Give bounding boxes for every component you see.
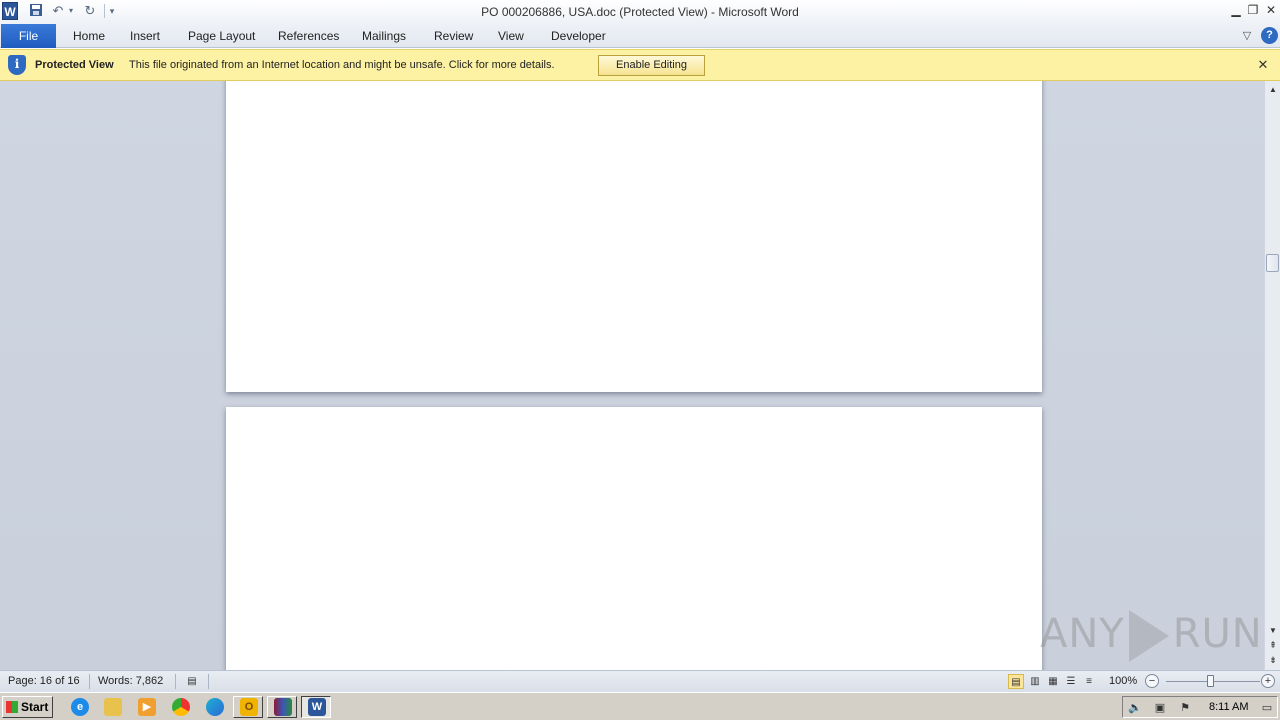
edge-icon[interactable]	[206, 698, 224, 716]
previous-page-icon[interactable]: ⇞	[1266, 639, 1280, 651]
title-bar: W ↶ ▾ ↻ ▾ PO 000206886, USA.doc (Protect…	[0, 0, 1280, 24]
taskbar: Start e ▶ O W 🔈 ▣ ⚑ 8:11 AM ▭	[0, 692, 1280, 720]
zoom-out-icon[interactable]: −	[1145, 674, 1159, 688]
protected-view-message[interactable]: This file originated from an Internet lo…	[129, 59, 555, 71]
word-icon: W	[308, 698, 326, 716]
word-task[interactable]: W	[301, 696, 331, 718]
file-explorer-icon[interactable]	[104, 698, 122, 716]
tab-home[interactable]: Home	[73, 24, 105, 48]
status-separator	[175, 674, 176, 689]
minimize-ribbon-icon[interactable]: ▽	[1239, 28, 1255, 44]
document-area[interactable]	[0, 81, 1264, 670]
outline-icon[interactable]: ☰	[1063, 674, 1079, 689]
media-player-icon[interactable]: ▶	[138, 698, 156, 716]
full-screen-reading-icon[interactable]: ▥	[1027, 674, 1043, 689]
document-page[interactable]	[226, 407, 1042, 670]
system-tray	[1122, 696, 1278, 718]
start-label: Start	[21, 700, 49, 714]
show-desktop-icon[interactable]: ▭	[1260, 701, 1274, 715]
watermark-text-left: ANY	[1040, 611, 1125, 657]
next-page-icon[interactable]: ⇟	[1266, 654, 1280, 666]
word-count[interactable]: Words: 7,862	[98, 675, 163, 687]
tab-page-layout[interactable]: Page Layout	[188, 24, 255, 48]
proofing-icon[interactable]: ▤	[184, 674, 200, 689]
network-icon[interactable]: ▣	[1153, 701, 1167, 715]
tab-view[interactable]: View	[498, 24, 524, 48]
draft-icon[interactable]: ≡	[1081, 674, 1097, 689]
outlook-icon: O	[240, 698, 258, 716]
scroll-thumb[interactable]	[1266, 254, 1279, 272]
tab-insert[interactable]: Insert	[130, 24, 160, 48]
protected-view-bar[interactable]: i Protected View This file originated fr…	[0, 49, 1280, 81]
winrar-task[interactable]	[267, 696, 297, 718]
ribbon-tabs: File Home Insert Page Layout References …	[0, 24, 1280, 48]
scroll-up-icon[interactable]: ▲	[1266, 84, 1280, 96]
help-icon[interactable]: ?	[1261, 27, 1278, 44]
tab-mailings[interactable]: Mailings	[362, 24, 406, 48]
tab-file[interactable]: File	[1, 24, 56, 48]
chrome-icon[interactable]	[172, 698, 190, 716]
scroll-down-icon[interactable]: ▼	[1266, 625, 1280, 637]
internet-explorer-icon[interactable]: e	[71, 698, 89, 716]
status-separator	[89, 674, 90, 689]
status-bar: Page: 16 of 16 Words: 7,862 ▤ ▤ ▥ ▦ ☰ ≡ …	[0, 670, 1280, 692]
enable-editing-button[interactable]: Enable Editing	[598, 55, 705, 76]
start-button[interactable]: Start	[2, 696, 53, 718]
play-logo-icon	[1128, 610, 1169, 662]
action-center-flag-icon[interactable]: ⚑	[1178, 701, 1192, 715]
restore-icon[interactable]: ❐	[1245, 2, 1261, 18]
minimize-icon[interactable]: ▁	[1228, 2, 1244, 18]
close-window-icon[interactable]: ✕	[1263, 2, 1279, 18]
clock[interactable]: 8:11 AM	[1209, 701, 1249, 713]
status-separator	[208, 674, 209, 689]
anyrun-watermark: ANY RUN	[1040, 610, 1263, 662]
web-layout-icon[interactable]: ▦	[1045, 674, 1061, 689]
winrar-icon	[274, 698, 292, 716]
watermark-text-right: RUN	[1172, 611, 1263, 657]
outlook-task[interactable]: O	[233, 696, 263, 718]
info-shield-icon: i	[8, 55, 26, 75]
tab-developer[interactable]: Developer	[551, 24, 606, 48]
tab-review[interactable]: Review	[434, 24, 473, 48]
protected-view-title: Protected View	[35, 59, 114, 71]
window-title: PO 000206886, USA.doc (Protected View) -…	[481, 5, 799, 19]
print-layout-icon[interactable]: ▤	[1008, 674, 1024, 689]
document-page[interactable]	[226, 81, 1042, 392]
zoom-slider-thumb[interactable]	[1207, 675, 1214, 687]
zoom-in-icon[interactable]: +	[1261, 674, 1275, 688]
zoom-level[interactable]: 100%	[1109, 675, 1137, 687]
close-bar-icon[interactable]: ✕	[1256, 58, 1270, 72]
vertical-scrollbar[interactable]: ▲ ▼ ⇞ ⇟	[1264, 81, 1280, 670]
tab-references[interactable]: References	[278, 24, 339, 48]
page-count[interactable]: Page: 16 of 16	[8, 675, 80, 687]
volume-icon[interactable]: 🔈	[1128, 701, 1142, 715]
windows-logo-icon	[6, 701, 18, 713]
